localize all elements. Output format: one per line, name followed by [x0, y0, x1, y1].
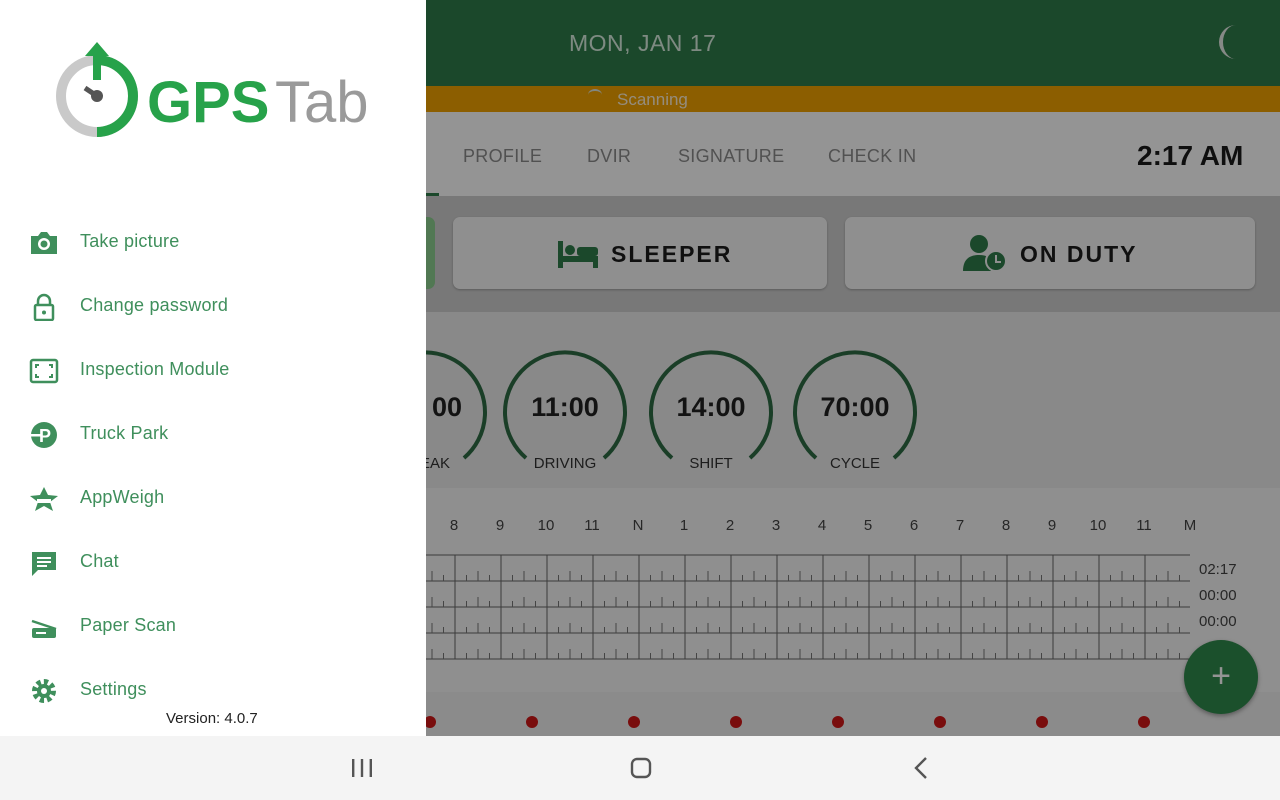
menu-take-picture[interactable]: Take picture	[0, 213, 426, 273]
camera-icon	[31, 232, 57, 254]
gear-icon	[32, 679, 56, 703]
menu-label-chat: Chat	[80, 551, 119, 571]
menu-paper-scan[interactable]: Paper Scan	[0, 597, 426, 657]
scanner-icon	[31, 619, 57, 638]
logo-text-gps: GPS	[147, 70, 270, 135]
appweigh-icon	[30, 487, 58, 511]
menu-label-paper-scan: Paper Scan	[80, 615, 177, 635]
logo-text-tab: Tab	[275, 70, 369, 135]
menu-label-change-password: Change password	[80, 295, 229, 315]
app-version: Version: 4.0.7	[166, 710, 258, 727]
menu-label-settings: Settings	[80, 679, 147, 699]
back-icon[interactable]	[901, 748, 941, 788]
menu-chat[interactable]: Chat	[0, 533, 426, 593]
menu-change-password[interactable]: Change password	[0, 277, 426, 337]
inspection-frame-icon	[29, 358, 59, 384]
menu-settings[interactable]: Settings	[0, 661, 426, 705]
lock-icon	[33, 293, 55, 321]
navigation-drawer: GPS Tab Take picture Change password Ins…	[0, 0, 426, 736]
recents-icon[interactable]	[342, 748, 382, 788]
menu-label-inspection-module: Inspection Module	[80, 359, 230, 379]
menu-label-truck-park: Truck Park	[80, 423, 169, 443]
menu-truck-park[interactable]: P Truck Park	[0, 405, 426, 465]
menu-inspection-module[interactable]: Inspection Module	[0, 341, 426, 401]
home-icon[interactable]	[621, 748, 661, 788]
gpstab-logo: GPS Tab	[56, 42, 369, 137]
menu-label-appweigh: AppWeigh	[80, 487, 165, 507]
menu-appweigh[interactable]: AppWeigh	[0, 469, 426, 529]
menu-label-take-picture: Take picture	[80, 231, 180, 251]
truck-park-icon: P	[31, 422, 57, 448]
chat-icon	[32, 552, 56, 576]
